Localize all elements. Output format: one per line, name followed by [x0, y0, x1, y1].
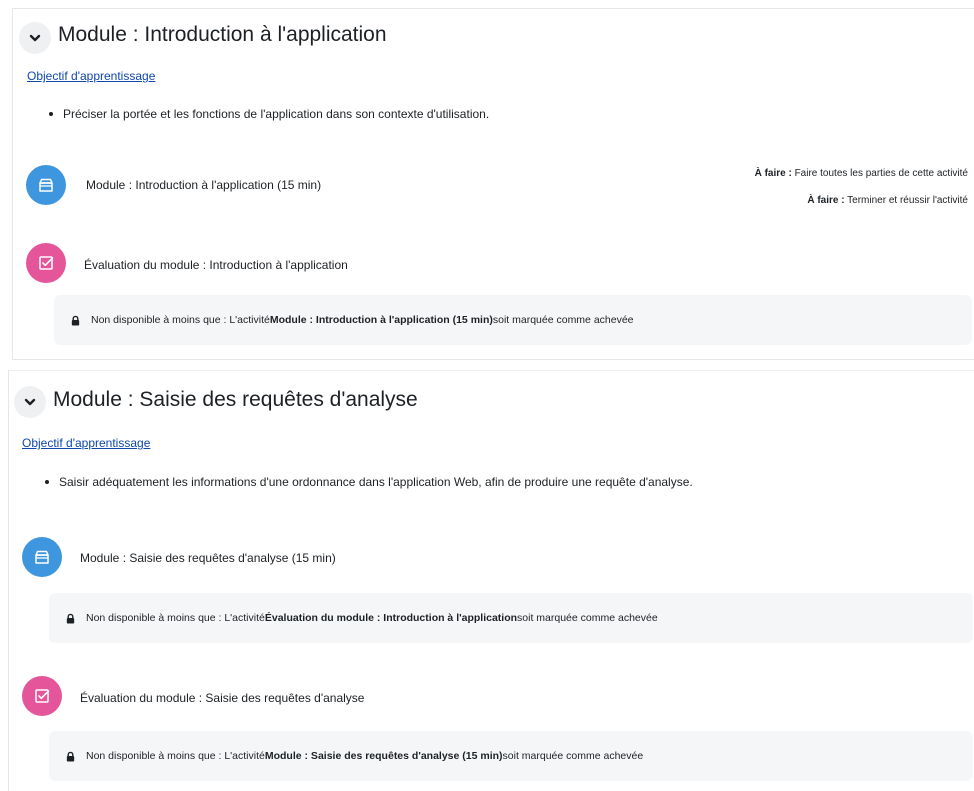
module-activity-link[interactable]: Module : Introduction à l'application (1… — [86, 178, 321, 192]
availability-restriction: Non disponible à moins que : L'activité … — [49, 731, 973, 781]
restriction-activity: Module : Saisie des requêtes d'analyse (… — [264, 750, 503, 762]
module-activity-icon[interactable] — [22, 537, 62, 577]
lock-icon — [66, 613, 75, 624]
completion-label: À faire : — [807, 195, 845, 206]
completion-requirement: À faire : Terminer et réussir l'activité — [807, 195, 968, 206]
availability-restriction: Non disponible à moins que : L'activité … — [49, 593, 973, 643]
package-icon — [39, 178, 53, 192]
restriction-suffix: soit marquée comme achevée — [517, 612, 658, 624]
restriction-suffix: soit marquée comme achevée — [502, 750, 644, 762]
module-activity-icon[interactable] — [26, 165, 66, 205]
restriction-activity: Module : Introduction à l'application (1… — [269, 314, 493, 326]
chevron-down-icon — [24, 398, 36, 406]
lock-icon — [66, 751, 75, 762]
bullet-icon — [49, 112, 53, 116]
quiz-activity-link[interactable]: Évaluation du module : Introduction à l'… — [84, 258, 348, 272]
quiz-activity-icon[interactable] — [26, 243, 66, 283]
module-activity-link[interactable]: Module : Saisie des requêtes d'analyse (… — [80, 551, 336, 565]
completion-label: À faire : — [754, 168, 792, 179]
quiz-activity-link[interactable]: Évaluation du module : Saisie des requêt… — [80, 691, 364, 705]
section-title: Module : Introduction à l'application — [58, 23, 387, 46]
bullet-icon — [45, 480, 49, 484]
restriction-prefix: Non disponible à moins que : L'activité — [91, 314, 270, 326]
availability-restriction: Non disponible à moins que : L'activité … — [54, 295, 972, 345]
restriction-prefix: Non disponible à moins que : L'activité — [86, 612, 265, 624]
objective-list-item: Saisir adéquatement les informations d'u… — [45, 475, 693, 489]
quiz-activity-icon[interactable] — [22, 676, 62, 716]
restriction-activity: Évaluation du module : Introduction à l'… — [264, 612, 518, 624]
learning-objective-link[interactable]: Objectif d'apprentissage — [22, 436, 150, 450]
completion-requirement: À faire : Faire toutes les parties de ce… — [755, 168, 968, 179]
collapse-section-button[interactable] — [19, 22, 51, 54]
objective-text: Saisir adéquatement les informations d'u… — [59, 475, 693, 489]
restriction-suffix: soit marquée comme achevée — [492, 314, 634, 326]
objective-list-item: Préciser la portée et les fonctions de l… — [49, 107, 489, 121]
completion-text: Terminer et réussir l'activité — [847, 195, 968, 206]
learning-objective-link[interactable]: Objectif d'apprentissage — [27, 69, 155, 83]
course-section-introduction: Module : Introduction à l'application Ob… — [12, 8, 974, 360]
package-icon — [35, 550, 49, 564]
lock-icon — [71, 315, 80, 326]
course-section-requetes: Module : Saisie des requêtes d'analyse O… — [8, 370, 974, 791]
objective-text: Préciser la portée et les fonctions de l… — [63, 107, 490, 121]
quiz-check-icon — [39, 256, 54, 270]
collapse-section-button[interactable] — [14, 386, 46, 418]
completion-text: Faire toutes les parties de cette activi… — [794, 168, 968, 179]
section-title: Module : Saisie des requêtes d'analyse — [53, 388, 418, 411]
quiz-check-icon — [35, 689, 50, 703]
restriction-prefix: Non disponible à moins que : L'activité — [86, 750, 265, 762]
chevron-down-icon — [29, 34, 41, 42]
